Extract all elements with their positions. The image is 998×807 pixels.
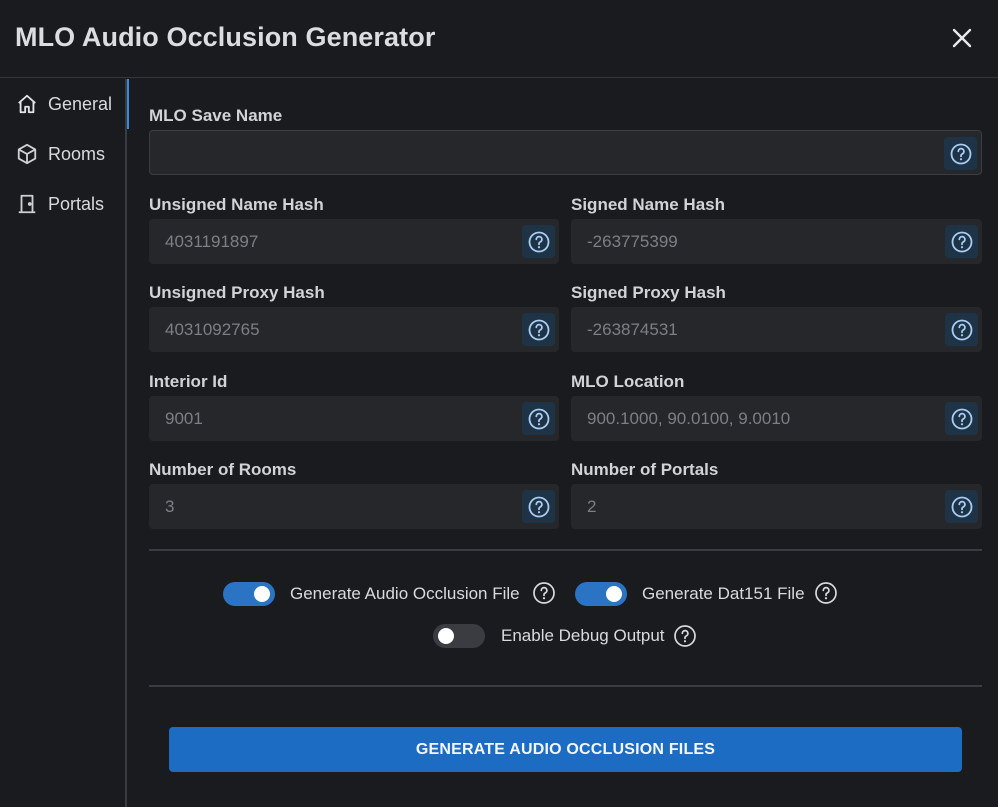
window-title: MLO Audio Occlusion Generator: [15, 22, 436, 52]
sidebar: General Rooms Portals: [0, 79, 129, 807]
title-bar: MLO Audio Occlusion Generator: [0, 0, 998, 78]
unsigned-proxy-hash-label: Unsigned Proxy Hash: [149, 283, 325, 302]
enable-debug-output-help-icon[interactable]: [673, 624, 697, 648]
close-button[interactable]: [946, 22, 978, 54]
help-icon: [950, 143, 971, 164]
cube-icon: [15, 142, 39, 166]
number-of-portals-label: Number of Portals: [571, 460, 719, 479]
number-of-portals-help-button[interactable]: [945, 490, 978, 523]
generate-audio-occlusion-file-help-icon[interactable]: [532, 581, 556, 605]
signed-proxy-hash-field: [571, 307, 982, 352]
help-icon: [951, 231, 972, 252]
unsigned-proxy-hash-help-button[interactable]: [522, 313, 555, 346]
generate-audio-occlusion-file-label: Generate Audio Occlusion File: [290, 584, 520, 603]
generate-audio-occlusion-files-button[interactable]: GENERATE AUDIO OCCLUSION FILES: [169, 727, 962, 772]
unsigned-name-hash-help-button[interactable]: [522, 225, 555, 258]
home-icon: [15, 92, 39, 116]
enable-debug-output-toggle[interactable]: [433, 624, 485, 648]
signed-proxy-hash-input[interactable]: [587, 307, 928, 352]
mlo-location-help-button[interactable]: [945, 402, 978, 435]
signed-name-hash-label: Signed Name Hash: [571, 195, 725, 214]
unsigned-proxy-hash-field: [149, 307, 559, 352]
unsigned-name-hash-input[interactable]: [165, 219, 505, 264]
close-icon: [952, 28, 972, 48]
number-of-rooms-help-button[interactable]: [522, 490, 555, 523]
toggle-knob: [438, 628, 454, 644]
unsigned-name-hash-field: [149, 219, 559, 264]
toggle-knob: [254, 586, 270, 602]
signed-proxy-hash-help-button[interactable]: [945, 313, 978, 346]
help-icon: [528, 496, 549, 517]
toggle-knob: [606, 586, 622, 602]
number-of-rooms-label: Number of Rooms: [149, 460, 297, 479]
section-divider: [149, 685, 982, 687]
sidebar-item-rooms[interactable]: Rooms: [0, 129, 127, 179]
interior-id-label: Interior Id: [149, 372, 228, 391]
help-icon: [528, 319, 549, 340]
mlo-location-field: [571, 396, 982, 441]
sidebar-item-label: Rooms: [48, 143, 106, 164]
mlo-location-label: MLO Location: [571, 372, 685, 391]
mlo-save-name-label: MLO Save Name: [149, 106, 283, 125]
sidebar-item-general[interactable]: General: [0, 79, 129, 129]
generate-dat151-file-help-icon[interactable]: [814, 581, 838, 605]
mlo-save-name-input[interactable]: [166, 131, 927, 174]
signed-proxy-hash-label: Signed Proxy Hash: [571, 283, 726, 302]
signed-name-hash-input[interactable]: [587, 219, 928, 264]
mlo-location-input[interactable]: [587, 396, 928, 441]
help-icon: [951, 496, 972, 517]
help-icon: [951, 319, 972, 340]
number-of-rooms-input[interactable]: [165, 484, 505, 529]
mlo-save-name-field: [149, 130, 982, 175]
sidebar-item-portals[interactable]: Portals: [0, 179, 127, 229]
door-icon: [15, 192, 39, 216]
number-of-portals-input[interactable]: [587, 484, 928, 529]
generate-dat151-file-label: Generate Dat151 File: [642, 584, 805, 603]
number-of-portals-field: [571, 484, 982, 529]
section-divider: [149, 549, 982, 551]
help-icon: [528, 231, 549, 252]
help-icon: [528, 408, 549, 429]
interior-id-help-button[interactable]: [522, 402, 555, 435]
generate-audio-occlusion-file-toggle[interactable]: [223, 582, 275, 606]
help-icon: [951, 408, 972, 429]
signed-name-hash-field: [571, 219, 982, 264]
generate-dat151-file-toggle[interactable]: [575, 582, 627, 606]
unsigned-name-hash-label: Unsigned Name Hash: [149, 195, 324, 214]
interior-id-field: [149, 396, 559, 441]
enable-debug-output-label: Enable Debug Output: [501, 626, 665, 645]
signed-name-hash-help-button[interactable]: [945, 225, 978, 258]
interior-id-input[interactable]: [165, 396, 505, 441]
number-of-rooms-field: [149, 484, 559, 529]
sidebar-item-label: Portals: [48, 193, 105, 214]
mlo-save-name-help-button[interactable]: [944, 137, 977, 170]
sidebar-item-label: General: [48, 93, 113, 114]
unsigned-proxy-hash-input[interactable]: [165, 307, 505, 352]
